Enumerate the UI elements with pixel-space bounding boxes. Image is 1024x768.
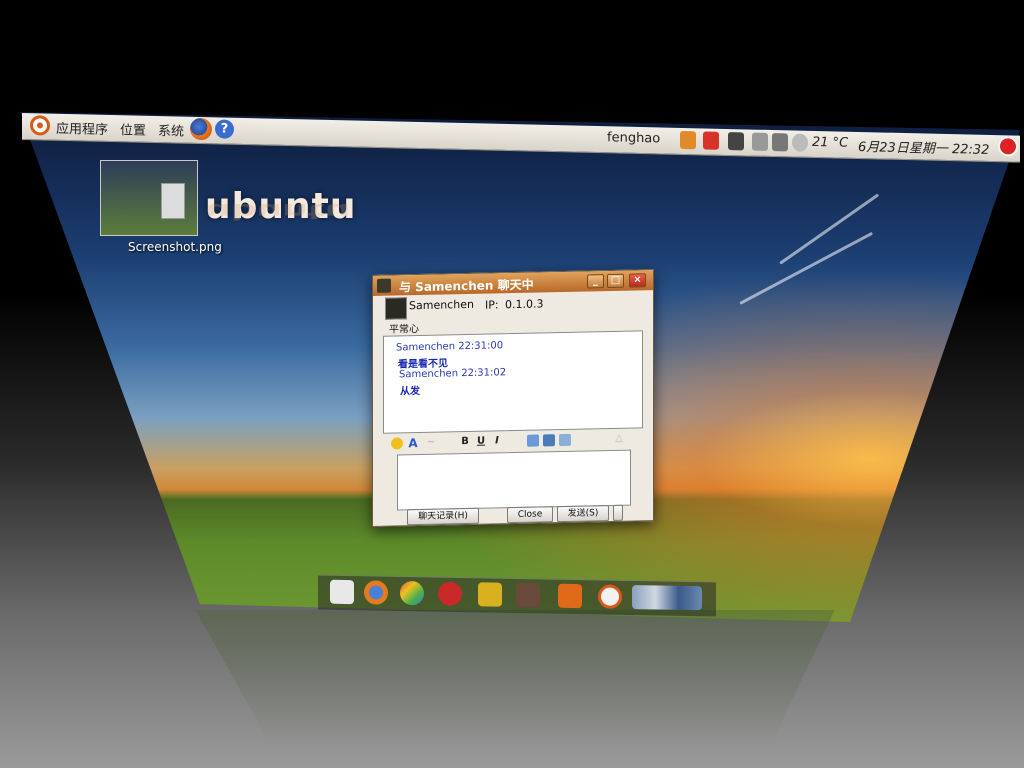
network-icon[interactable] xyxy=(728,132,744,151)
printer-icon[interactable] xyxy=(752,132,768,151)
volume-icon[interactable] xyxy=(772,133,788,152)
alert-icon[interactable]: △ xyxy=(613,433,625,445)
ip-value: 0.1.0.3 xyxy=(505,297,544,312)
maximize-icon[interactable]: □ xyxy=(607,273,624,289)
message-meta: Samenchen 22:31:00 xyxy=(396,340,504,354)
format-toolbar: A ~ B U I △ xyxy=(391,432,641,451)
firefox-icon[interactable] xyxy=(364,580,388,605)
thumbnail-window xyxy=(161,183,185,219)
buddy-avatar xyxy=(385,297,407,320)
weather-icon xyxy=(792,133,808,152)
ubuntu-box-icon[interactable] xyxy=(558,583,582,609)
tux-icon[interactable] xyxy=(478,582,502,607)
workspace-switcher-icon[interactable] xyxy=(632,585,702,611)
colors-icon[interactable] xyxy=(400,580,424,606)
close-button[interactable]: Close xyxy=(507,506,553,524)
ubuntu-logo-icon[interactable] xyxy=(30,115,50,136)
send-options-button[interactable] xyxy=(613,504,623,521)
dock-bar xyxy=(318,574,716,617)
buddy-signature: 平常心 xyxy=(389,324,419,336)
message-icon[interactable] xyxy=(559,433,571,447)
record-icon[interactable] xyxy=(438,581,462,607)
weather-temp[interactable]: 21 °C xyxy=(812,135,848,151)
screenshot-file-icon[interactable] xyxy=(100,160,198,236)
menu-system[interactable]: 系统 xyxy=(158,120,184,140)
bold-icon[interactable]: B xyxy=(459,436,471,448)
close-icon[interactable]: × xyxy=(629,273,646,288)
panel-username[interactable]: fenghao xyxy=(607,130,660,146)
chat-history-button[interactable]: 聊天记录(H) xyxy=(407,507,479,526)
font-icon[interactable]: A xyxy=(407,436,419,450)
image-icon[interactable] xyxy=(527,434,539,447)
files-icon[interactable] xyxy=(330,579,354,605)
menu-places[interactable]: 位置 xyxy=(120,119,146,139)
buddy-name: Samenchen xyxy=(409,297,474,313)
ubuntu-wallpaper-brand-reflection: ubuntu xyxy=(205,198,351,223)
eraser-icon[interactable]: ~ xyxy=(425,437,437,449)
chat-titlebar[interactable]: 与 Samenchen 聊天中 _ □ × xyxy=(373,270,653,296)
help-icon[interactable]: ? xyxy=(215,119,234,139)
underline-icon[interactable]: U xyxy=(475,436,487,448)
chat-history[interactable]: Samenchen 22:31:00 看是看不见 Samenchen 22:31… xyxy=(383,330,643,434)
emoticon-icon[interactable] xyxy=(391,437,403,450)
minimize-icon[interactable]: _ xyxy=(587,274,604,289)
message-text: 从发 xyxy=(400,385,420,398)
message-input[interactable] xyxy=(397,449,631,511)
chat-window: 与 Samenchen 聊天中 _ □ × Samenchen IP: 0.1.… xyxy=(372,269,654,527)
user-status-icon[interactable] xyxy=(680,130,696,150)
power-icon[interactable] xyxy=(998,136,1018,157)
menu-applications[interactable]: 应用程序 xyxy=(56,118,108,138)
firefox-launcher-icon[interactable] xyxy=(190,117,212,141)
clock[interactable]: 6月23日星期一 22:32 xyxy=(858,136,989,158)
message-meta: Samenchen 22:31:02 xyxy=(399,367,507,381)
send-button[interactable]: 发送(S) xyxy=(557,505,609,523)
ubuntu-icon[interactable] xyxy=(598,584,622,609)
terminal-icon[interactable] xyxy=(516,582,540,608)
italic-icon[interactable]: I xyxy=(491,435,503,447)
chat-title: 与 Samenchen 聊天中 xyxy=(399,277,534,295)
chat-app-icon xyxy=(377,278,391,293)
screenshot-icon[interactable] xyxy=(543,434,555,447)
desktop-reflection xyxy=(195,610,835,768)
update-notifier-icon[interactable] xyxy=(703,131,719,150)
screenshot-file-label[interactable]: Screenshot.png xyxy=(128,240,222,254)
ip-label: IP: xyxy=(485,298,499,312)
